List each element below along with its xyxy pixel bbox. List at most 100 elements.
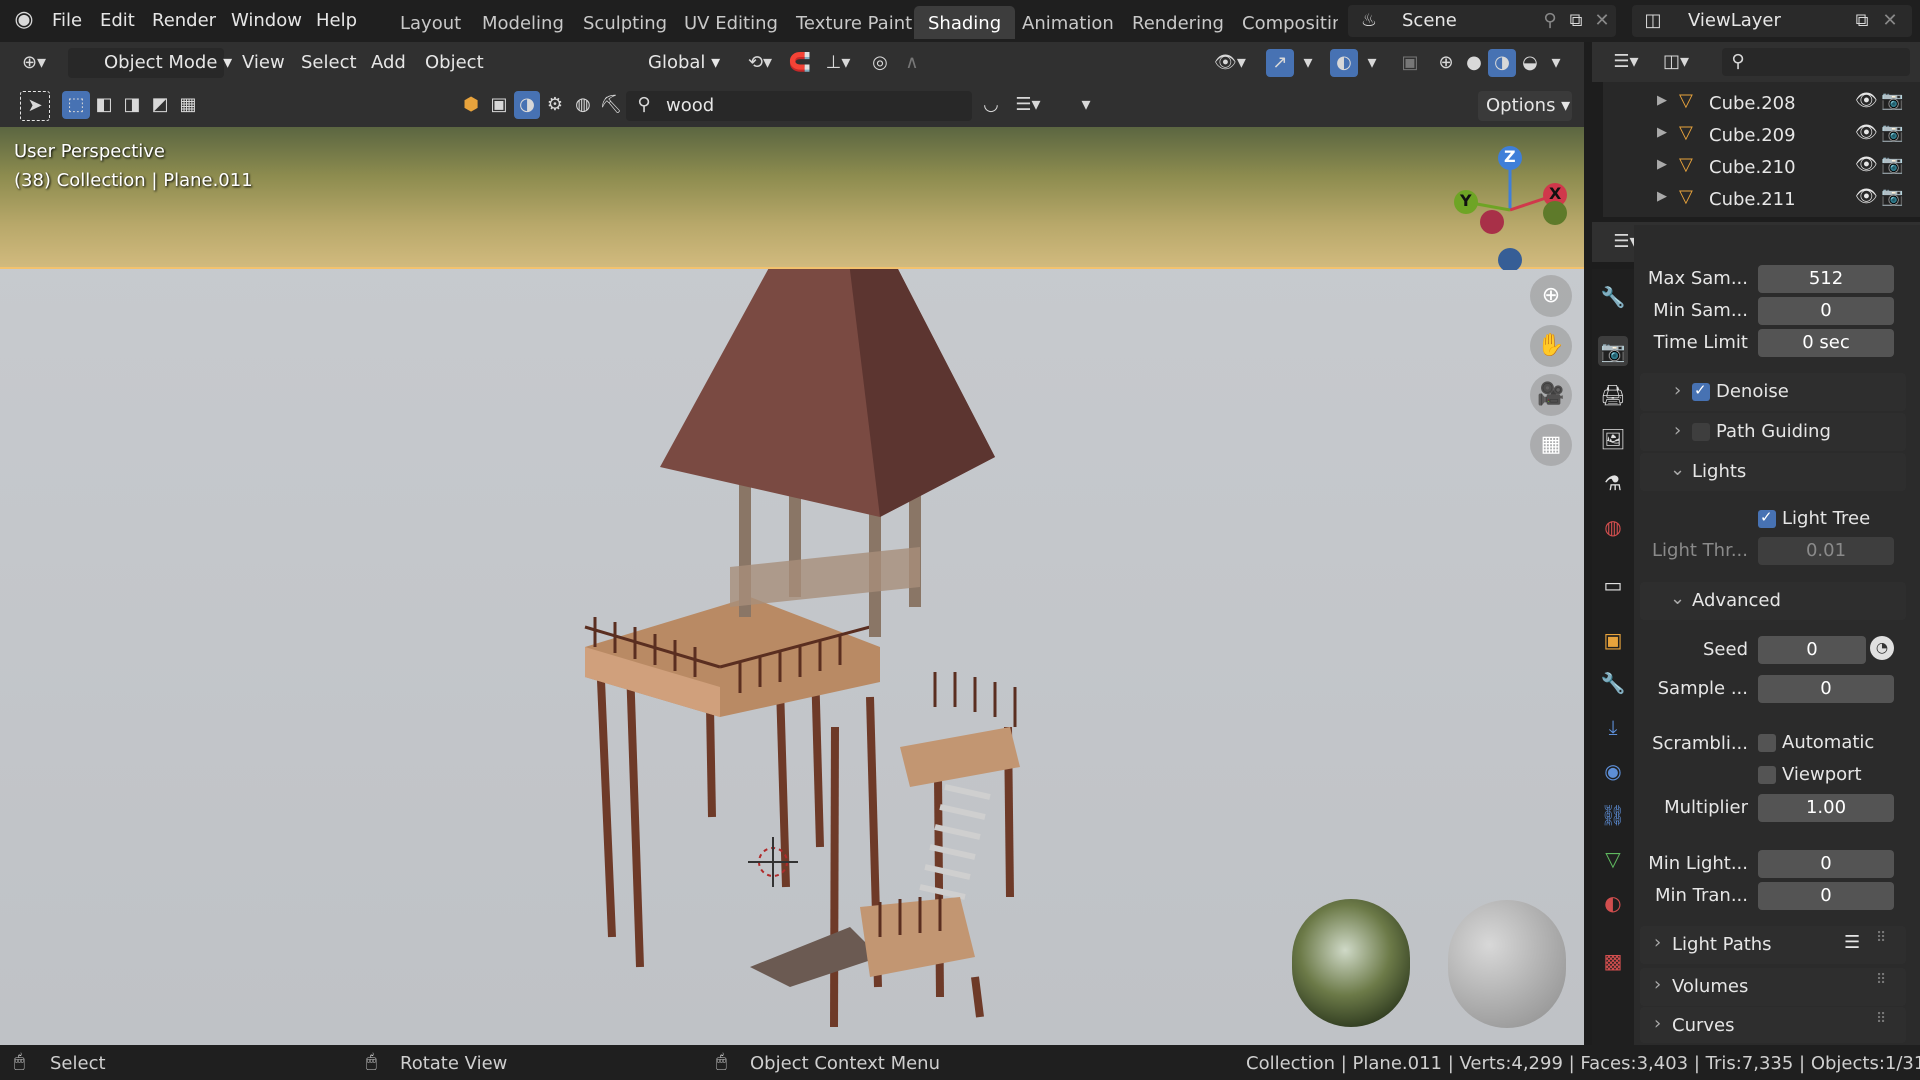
display-mode-icon[interactable]: ☰▾: [1008, 91, 1048, 119]
close-icon[interactable]: ✕: [1590, 7, 1614, 35]
camera-icon[interactable]: 🎥: [1530, 374, 1572, 416]
tab-sculpting[interactable]: Sculpting: [569, 6, 681, 39]
tab-texture-paint[interactable]: Texture Paint: [782, 6, 926, 39]
viewport-checkbox[interactable]: [1758, 766, 1776, 784]
tab-animation[interactable]: Animation: [1008, 6, 1128, 39]
outliner-row[interactable]: ▶ ▽ Cube.209 👁 📷: [1603, 122, 1903, 153]
denoise-panel-header[interactable]: › Denoise: [1640, 373, 1906, 411]
world-tab-icon[interactable]: ◍: [1598, 512, 1628, 542]
sample-offset-field[interactable]: 0: [1758, 675, 1894, 703]
view-layer-tab-icon[interactable]: 🖼: [1598, 424, 1628, 454]
wireframe-shading-icon[interactable]: ⊕: [1432, 49, 1460, 77]
menu-window[interactable]: Window: [231, 10, 302, 31]
camera-icon[interactable]: 📷: [1881, 90, 1903, 111]
new-view-layer-icon[interactable]: ⧉: [1850, 7, 1874, 35]
outliner-row[interactable]: ▶ ▽ Cube.208 👁 📷: [1603, 90, 1903, 121]
max-samples-field[interactable]: 512: [1758, 265, 1894, 293]
menu-file[interactable]: File: [52, 10, 82, 31]
min-transparent-bounces-field[interactable]: 0: [1758, 882, 1894, 910]
eye-icon[interactable]: 👁: [1855, 90, 1878, 111]
expand-arrow-icon[interactable]: ▶: [1657, 125, 1667, 140]
snap-target-icon[interactable]: ⊥▾: [818, 49, 858, 77]
rendered-shading-icon[interactable]: ◒: [1516, 49, 1544, 77]
select-box-new-icon[interactable]: ⬚: [62, 91, 90, 119]
light-paths-panel-header[interactable]: › Light Paths ☰ ⠿: [1640, 926, 1906, 964]
camera-icon[interactable]: 📷: [1881, 186, 1903, 207]
expand-arrow-icon[interactable]: ▶: [1657, 157, 1667, 172]
tab-uv-editing[interactable]: UV Editing: [670, 6, 792, 39]
drag-handle-icon[interactable]: ⠿: [1876, 1011, 1886, 1027]
overlays-icon[interactable]: ◐: [1330, 49, 1358, 77]
tab-compositing[interactable]: Compositing: [1228, 6, 1338, 39]
data-tab-icon[interactable]: ▽: [1598, 844, 1628, 874]
select-box-subtract-icon[interactable]: ◨: [118, 91, 146, 119]
world-icon[interactable]: ◍: [570, 91, 596, 119]
tab-shading[interactable]: Shading: [914, 6, 1016, 39]
filter-icon[interactable]: ◡: [978, 91, 1004, 119]
time-limit-field[interactable]: 0 sec: [1758, 329, 1894, 357]
outliner-row[interactable]: ▶ ▽ Cube.210 👁 📷: [1603, 154, 1903, 185]
min-light-bounces-field[interactable]: 0: [1758, 850, 1894, 878]
menu-select[interactable]: Select: [301, 52, 357, 73]
expand-arrow-icon[interactable]: ▶: [1657, 189, 1667, 204]
min-samples-field[interactable]: 0: [1758, 297, 1894, 325]
solid-shading-icon[interactable]: ●: [1460, 49, 1488, 77]
render-tab-icon[interactable]: 📷: [1598, 336, 1628, 366]
curves-panel-header[interactable]: › Curves ⠿: [1640, 1007, 1906, 1043]
object-tab-icon[interactable]: ▣: [1598, 625, 1628, 655]
denoise-checkbox[interactable]: [1692, 381, 1710, 401]
proportional-edit-icon[interactable]: ◎: [866, 49, 894, 77]
editor-type-icon[interactable]: ⊕▾: [14, 49, 54, 77]
xray-icon[interactable]: ▣: [1396, 49, 1424, 77]
camera-icon[interactable]: 📷: [1881, 122, 1903, 143]
eye-icon[interactable]: 👁: [1855, 186, 1878, 207]
menu-view[interactable]: View: [242, 52, 285, 73]
navigation-gizmo[interactable]: Z X Y: [1450, 140, 1580, 272]
chevron-down-icon[interactable]: ▾: [1074, 91, 1098, 119]
pan-hand-icon[interactable]: ✋: [1530, 325, 1572, 367]
path-guiding-panel-header[interactable]: › Path Guiding: [1640, 413, 1906, 451]
particles-tab-icon[interactable]: ⤓: [1598, 712, 1628, 742]
drag-handle-icon[interactable]: ⠿: [1876, 930, 1886, 946]
eye-icon[interactable]: 👁: [1855, 122, 1878, 143]
new-scene-icon[interactable]: ⧉: [1564, 7, 1588, 35]
view-layer-selector[interactable]: ◫ ViewLayer ⧉ ✕: [1632, 5, 1912, 37]
select-box-extend-icon[interactable]: ◧: [90, 91, 118, 119]
camera-icon[interactable]: 📷: [1881, 154, 1903, 175]
display-mode-icon[interactable]: ◫▾: [1656, 48, 1696, 76]
brush-icon[interactable]: ⛏: [598, 91, 624, 119]
chevron-down-icon[interactable]: ▾: [1546, 49, 1566, 77]
tool-tab-icon[interactable]: 🔧: [1598, 282, 1628, 312]
outliner-search-input[interactable]: ⚲: [1722, 48, 1910, 76]
drag-handle-icon[interactable]: ⠿: [1876, 972, 1886, 988]
zoom-icon[interactable]: ⊕: [1530, 275, 1572, 317]
collection-tab-icon[interactable]: ▭: [1598, 570, 1628, 600]
pivot-icon[interactable]: ⟲▾: [740, 49, 780, 77]
automatic-checkbox[interactable]: [1758, 734, 1776, 752]
pin-icon[interactable]: ⚲: [1538, 7, 1562, 35]
close-icon[interactable]: ✕: [1878, 7, 1902, 35]
physics-tab-icon[interactable]: ◉: [1598, 756, 1628, 786]
presets-icon[interactable]: ☰: [1844, 932, 1860, 953]
falloff-icon[interactable]: ∧: [898, 49, 926, 77]
color-icon[interactable]: ⬢: [458, 91, 484, 119]
chevron-down-icon[interactable]: ▾: [1362, 49, 1382, 77]
output-tab-icon[interactable]: 🖨: [1598, 380, 1628, 410]
tab-layout[interactable]: Layout: [386, 6, 475, 39]
volumes-panel-header[interactable]: › Volumes ⠿: [1640, 968, 1906, 1006]
multiplier-field[interactable]: 1.00: [1758, 794, 1894, 822]
outliner-editor-icon[interactable]: ☰▾: [1606, 48, 1646, 76]
asset-search-input[interactable]: ⚲ wood: [626, 91, 972, 121]
seed-field[interactable]: 0: [1758, 636, 1866, 664]
path-guiding-checkbox[interactable]: [1692, 423, 1710, 441]
expand-arrow-icon[interactable]: ▶: [1657, 93, 1667, 108]
visibility-icon[interactable]: 👁▾: [1210, 49, 1250, 77]
object-data-icon[interactable]: ▣: [486, 91, 512, 119]
advanced-panel-header[interactable]: ⌄ Advanced: [1640, 582, 1906, 620]
material-preview-icon[interactable]: ◑: [1488, 49, 1516, 77]
light-tree-checkbox[interactable]: [1758, 508, 1776, 528]
tab-rendering[interactable]: Rendering: [1118, 6, 1238, 39]
snap-icon[interactable]: 🧲: [786, 49, 814, 77]
eye-icon[interactable]: 👁: [1855, 154, 1878, 175]
chevron-down-icon[interactable]: ▾: [1298, 49, 1318, 77]
